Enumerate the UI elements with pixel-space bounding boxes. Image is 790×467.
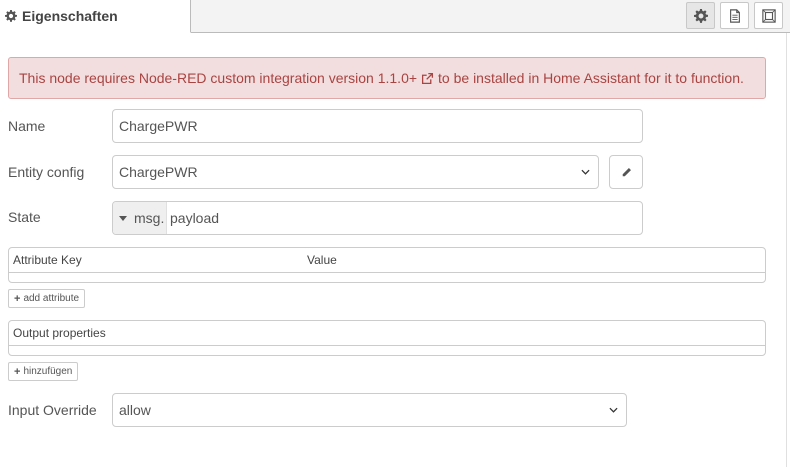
add-attribute-button[interactable]: + add attribute: [8, 289, 86, 308]
name-input[interactable]: ChargePWR: [112, 109, 643, 143]
add-output-property-button[interactable]: + hinzufügen: [8, 362, 79, 381]
entity-config-value: ChargePWR: [119, 164, 198, 180]
output-properties-list: Output properties: [8, 320, 766, 356]
state-label: State: [8, 209, 41, 225]
pencil-icon: [622, 167, 631, 176]
attributes-list-header: Attribute Key Value: [9, 248, 765, 273]
input-override-value: allow: [119, 402, 151, 418]
attribute-value-header: Value: [307, 253, 337, 267]
input-override-label: Input Override: [8, 402, 97, 418]
scrollbar-edge: [786, 33, 790, 467]
alert-text-after: to be installed in Home Assistant for it…: [438, 70, 744, 86]
tab-properties[interactable]: Eigenschaften: [0, 0, 191, 33]
tab-label: Eigenschaften: [22, 8, 118, 24]
state-typed-input[interactable]: msg. payload: [112, 201, 643, 235]
chevron-down-icon: [581, 169, 590, 175]
output-properties-header: Output properties: [9, 321, 765, 346]
caret-down-icon: [119, 215, 127, 221]
state-value: payload: [170, 210, 220, 226]
tray-header: Eigenschaften: [0, 0, 790, 33]
frame-icon: [761, 8, 776, 23]
chevron-down-icon: [609, 407, 618, 413]
output-properties-title: Output properties: [13, 326, 106, 340]
plus-icon: +: [14, 365, 21, 378]
external-link-icon[interactable]: [421, 72, 434, 85]
gear-icon: [693, 8, 708, 23]
document-icon: [729, 8, 740, 23]
state-type-label: msg.: [134, 210, 165, 226]
plus-icon: +: [14, 292, 21, 305]
entity-config-label: Entity config: [8, 164, 85, 180]
node-description-button[interactable]: [720, 2, 749, 29]
node-properties-button[interactable]: [686, 2, 715, 29]
gear-icon: [5, 10, 17, 22]
attributes-list: Attribute Key Value: [8, 247, 766, 283]
entity-config-select[interactable]: ChargePWR: [112, 155, 599, 189]
node-appearance-button[interactable]: [754, 2, 783, 29]
name-label: Name: [8, 118, 46, 134]
add-output-property-label: hinzufügen: [23, 366, 73, 377]
state-type-select[interactable]: msg.: [113, 202, 167, 234]
edit-entity-config-button[interactable]: [609, 155, 643, 189]
warning-alert: This node requires Node-RED custom integ…: [8, 57, 766, 99]
add-attribute-label: add attribute: [23, 293, 80, 304]
attribute-key-header: Attribute Key: [13, 253, 82, 267]
input-override-select[interactable]: allow: [112, 393, 627, 427]
name-value: ChargePWR: [119, 118, 198, 134]
alert-text-before: This node requires Node-RED custom integ…: [19, 70, 418, 86]
